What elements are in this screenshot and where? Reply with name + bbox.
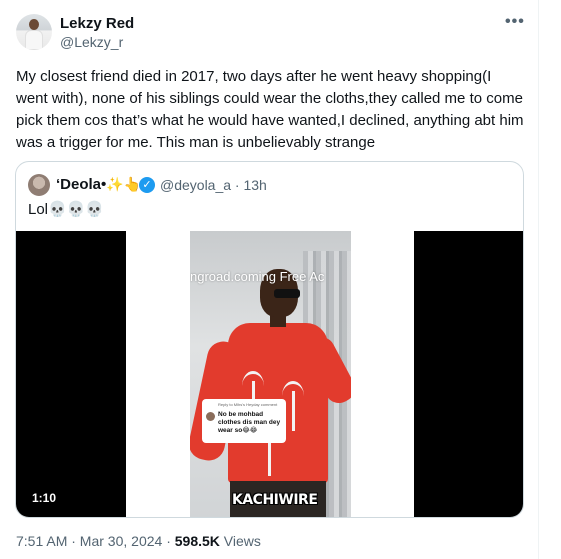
author-avatar[interactable] xyxy=(16,14,52,50)
more-horizontal-icon[interactable]: ••• xyxy=(505,13,525,31)
tweet-meta-footer: 7:51 AM · Mar 30, 2024 · 598.5K Views xyxy=(16,533,261,549)
letterbox-left xyxy=(16,231,126,517)
avatar-body xyxy=(25,30,43,50)
quoted-author-name[interactable]: ‘Deola•✨👆 xyxy=(56,176,141,193)
comment-text: No be mohbad clothes dis man dey wear so… xyxy=(218,411,281,434)
video-watermark: ngroad.coming Free Ac xyxy=(190,269,325,284)
comment-avatar xyxy=(206,412,215,421)
verified-badge-icon: ✓ xyxy=(139,177,155,193)
video-comment-overlay: Reply to Mlhs's Heyday comment No be moh… xyxy=(202,399,286,443)
quoted-tweet-card[interactable]: ‘Deola•✨👆 ✓ @deyola_a · 13h Lol💀💀💀 ngroa… xyxy=(15,161,524,518)
author-handle[interactable]: @Lekzy_r xyxy=(60,34,123,50)
views-label: Views xyxy=(219,533,261,549)
author-name[interactable]: Lekzy Red xyxy=(60,15,134,32)
quoted-author-name-text: ‘Deola• xyxy=(56,176,107,193)
comment-meta: Reply to Mlhs's Heyday comment xyxy=(218,402,278,407)
tweet-timestamp[interactable]: 7:51 AM · Mar 30, 2024 xyxy=(16,533,162,549)
views-count[interactable]: 598.5K xyxy=(175,533,220,549)
quoted-author-emoji: ✨👆 xyxy=(106,176,142,192)
sunglasses xyxy=(274,289,300,298)
video-caption: KACHIWIRE xyxy=(232,492,318,508)
video-player[interactable]: ngroad.coming Free Ac Reply to Mlhs's He… xyxy=(16,231,523,517)
timeline-column-border xyxy=(538,0,539,559)
tweet-text: My closest friend died in 2017, two days… xyxy=(16,68,524,151)
shirt-palm-leaves xyxy=(242,371,264,401)
quoted-author-handle[interactable]: @deyola_a · 13h xyxy=(160,177,267,193)
quoted-tweet-text: Lol💀💀💀 xyxy=(28,201,105,218)
avatar-head xyxy=(29,19,39,30)
meta-separator: · xyxy=(162,533,175,549)
video-duration: 1:10 xyxy=(28,489,61,507)
video-frame[interactable]: ngroad.coming Free Ac Reply to Mlhs's He… xyxy=(190,231,351,517)
quoted-author-avatar[interactable] xyxy=(28,174,50,196)
letterbox-right xyxy=(414,231,523,517)
